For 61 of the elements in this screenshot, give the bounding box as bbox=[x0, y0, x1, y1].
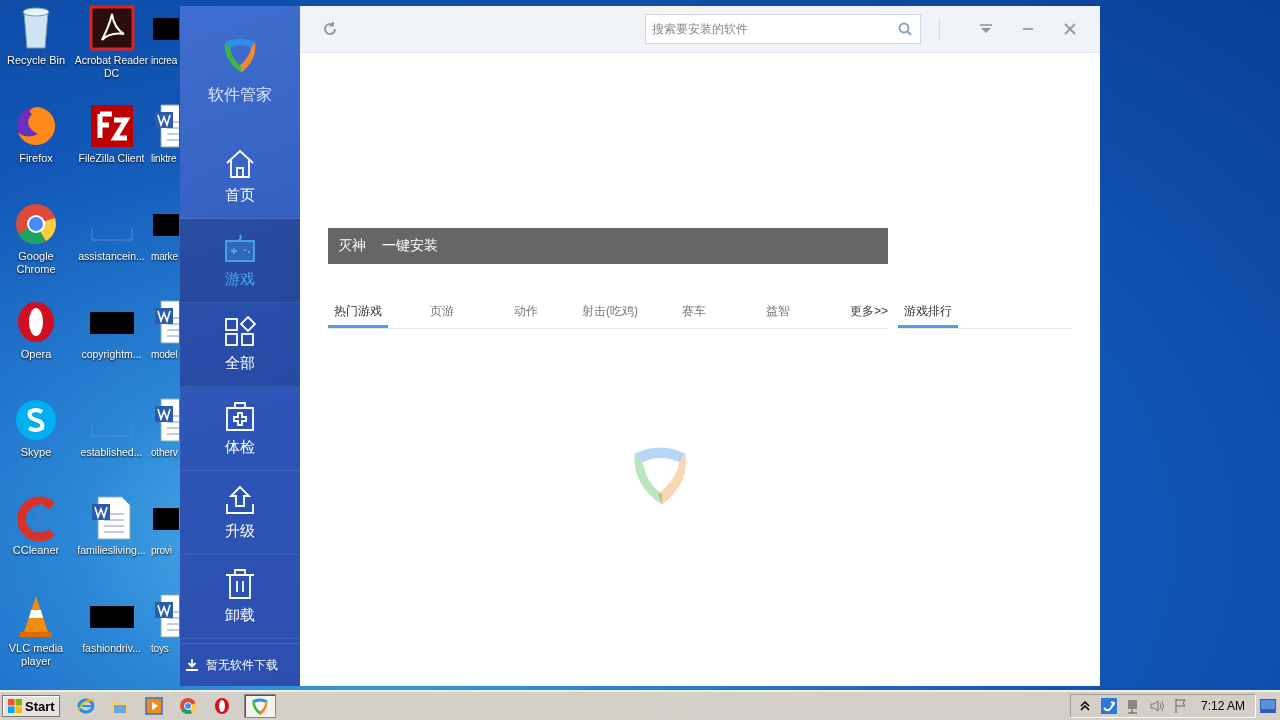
category-tab[interactable]: 页游 bbox=[412, 297, 472, 328]
desktop-icon-label[interactable]: assistancein... bbox=[72, 250, 151, 263]
search-icon[interactable] bbox=[897, 21, 913, 37]
desktop-icon-label[interactable]: Acrobat Reader DC bbox=[72, 54, 151, 80]
desktop-icon-label[interactable]: fashiondriv... bbox=[72, 642, 151, 655]
desktop-icon-label[interactable]: increa bbox=[151, 54, 178, 67]
desktop-icon-label[interactable]: model bbox=[151, 348, 178, 361]
desktop-icon-label[interactable]: Google Chrome bbox=[3, 250, 69, 276]
nav-item[interactable]: 体检 bbox=[180, 387, 300, 471]
internet-explorer-icon bbox=[75, 696, 96, 716]
nav-item[interactable]: 卸载 bbox=[180, 555, 300, 639]
nav-item[interactable]: 游戏 bbox=[180, 219, 300, 303]
desktop-icon-label[interactable]: Skype bbox=[3, 446, 69, 459]
pdf-app-icon[interactable] bbox=[87, 4, 136, 52]
game-banner[interactable]: 灭神 一键安装 bbox=[328, 228, 888, 264]
grid-icon bbox=[224, 316, 256, 348]
desktop-icon-label[interactable]: marke bbox=[151, 250, 178, 263]
desktop-icon-label[interactable]: familiesliving... bbox=[72, 544, 151, 557]
desktop-icon-label[interactable]: Recycle Bin bbox=[3, 54, 69, 67]
desktop-icon-label[interactable]: toys bbox=[151, 642, 169, 655]
ranking-tab[interactable]: 游戏排行 bbox=[898, 297, 958, 328]
desktop-icon-label[interactable]: Opera bbox=[3, 348, 69, 361]
gamepad-icon bbox=[224, 232, 256, 264]
app-title: 软件管家 bbox=[208, 85, 272, 105]
trash-icon bbox=[224, 568, 256, 600]
search-field[interactable]: 搜索要安装的软件 bbox=[645, 14, 921, 44]
nav-item[interactable]: 升级 bbox=[180, 471, 300, 555]
medical-kit-icon bbox=[224, 400, 256, 432]
category-tab[interactable]: 动作 bbox=[496, 297, 556, 328]
more-link[interactable]: 更多>> bbox=[850, 303, 888, 322]
category-tab[interactable]: 射击(吃鸡) bbox=[580, 297, 640, 328]
desktop-icon-label[interactable]: established... bbox=[72, 446, 151, 459]
desktop-icon-label[interactable]: copyrightm... bbox=[72, 348, 151, 361]
clock[interactable]: 7:12 AM bbox=[1200, 699, 1245, 713]
chrome-icon bbox=[177, 696, 198, 716]
desktop-icon-label[interactable]: provi bbox=[151, 544, 172, 557]
game-name: 灭神 bbox=[338, 237, 366, 255]
windows-logo-icon bbox=[7, 698, 23, 714]
desktop-icon-label[interactable]: otherv bbox=[151, 446, 178, 459]
desktop-icon-label[interactable]: VLC media player bbox=[3, 642, 69, 668]
house-icon bbox=[224, 148, 256, 180]
shield-logo-icon bbox=[249, 696, 270, 716]
download-icon bbox=[186, 659, 198, 671]
category-tab[interactable]: 热门游戏 bbox=[328, 297, 388, 328]
download-status[interactable]: 暂无软件下载 bbox=[206, 656, 278, 674]
upload-icon bbox=[224, 484, 256, 516]
desktop-icon-label[interactable]: CCleaner bbox=[3, 544, 69, 557]
media-player-icon bbox=[143, 696, 164, 716]
desktop-icon-label[interactable]: linktre bbox=[151, 152, 177, 165]
desktop-icon-label[interactable]: Firefox bbox=[3, 152, 69, 165]
nav-item[interactable]: 全部 bbox=[180, 303, 300, 387]
taskbar-app[interactable] bbox=[243, 694, 276, 718]
flag-icon[interactable] bbox=[1173, 698, 1189, 714]
category-tab[interactable]: 益智 bbox=[748, 297, 808, 328]
nav-item[interactable]: 首页 bbox=[180, 135, 300, 219]
category-tab[interactable]: 赛车 bbox=[664, 297, 724, 328]
start-button[interactable]: Start bbox=[2, 695, 60, 717]
speaker-icon[interactable] bbox=[1149, 698, 1165, 714]
tray-app-icon[interactable] bbox=[1101, 698, 1117, 714]
desktop-icon-label[interactable]: FileZilla Client bbox=[72, 152, 151, 165]
install-link[interactable]: 一键安装 bbox=[382, 237, 438, 255]
